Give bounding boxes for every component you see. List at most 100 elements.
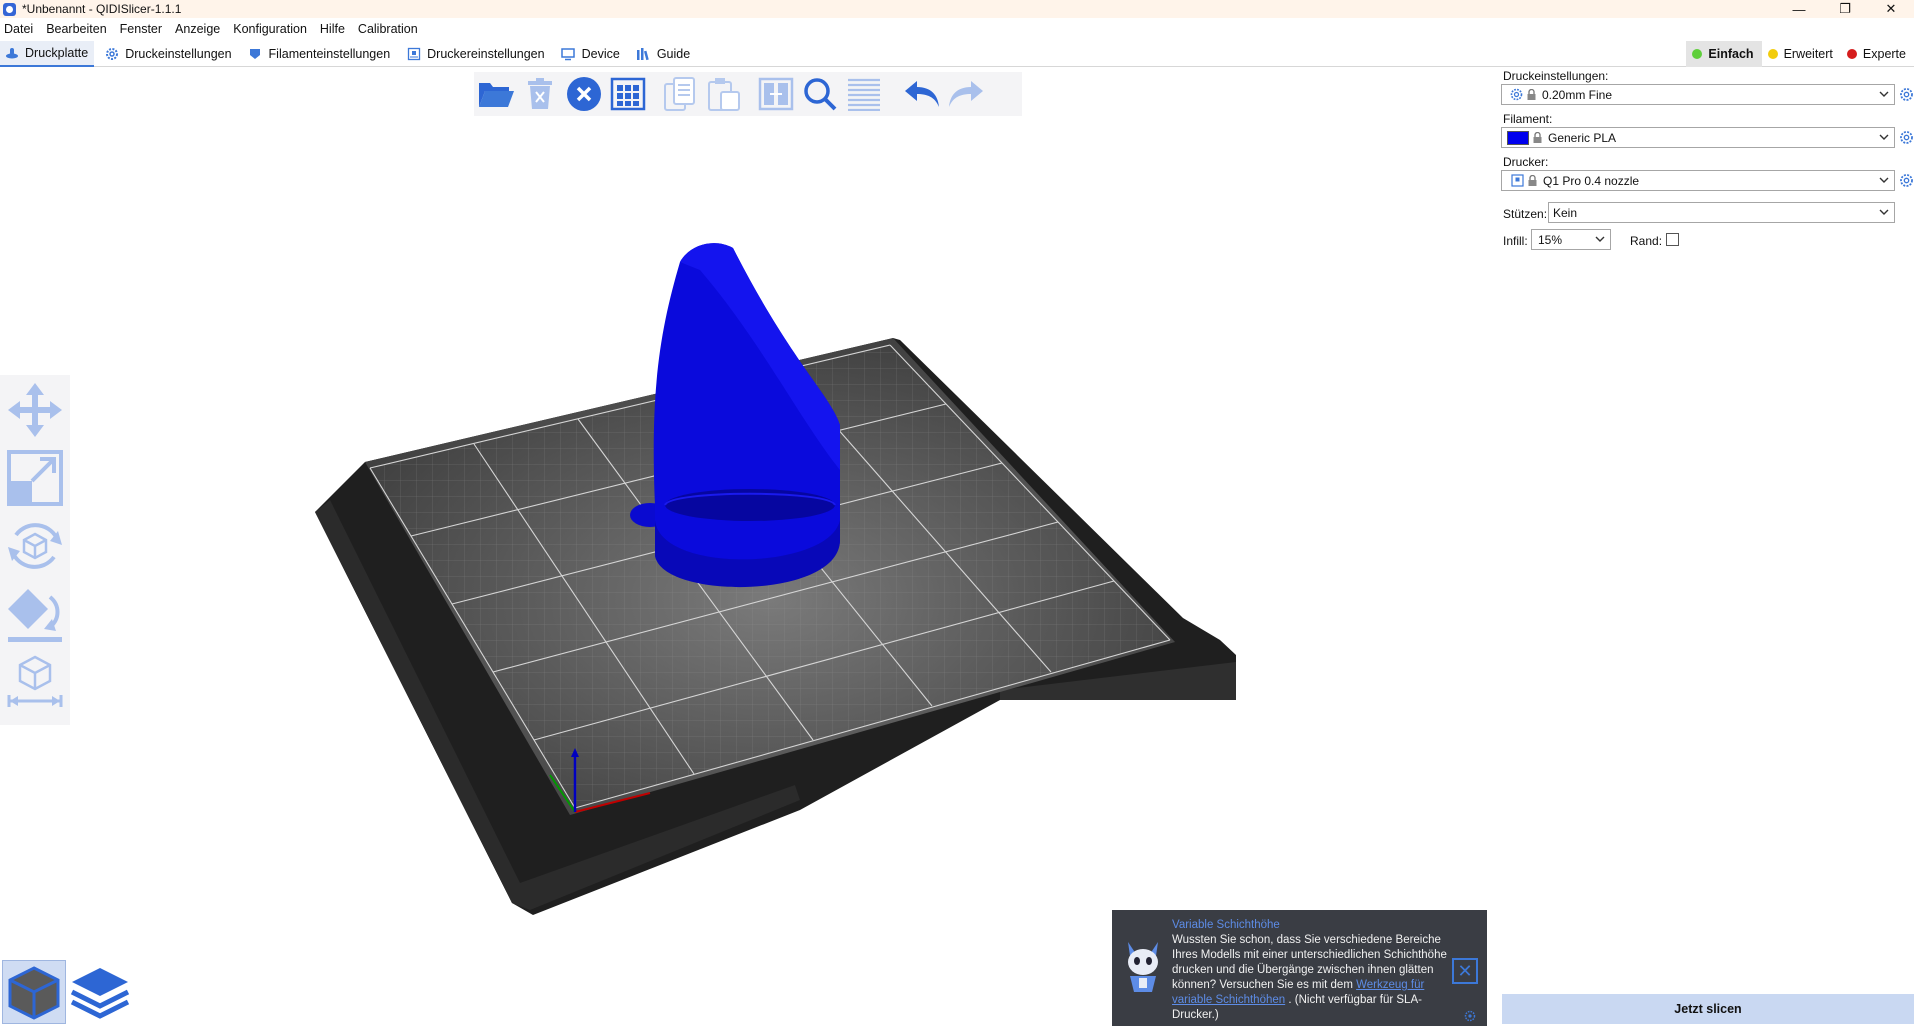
redo-icon[interactable] bbox=[944, 72, 988, 116]
tab-druckereinstellungen[interactable]: Druckereinstellungen bbox=[402, 41, 550, 67]
edit-printer-icon[interactable] bbox=[1898, 172, 1914, 188]
delete-icon[interactable] bbox=[518, 72, 562, 116]
scale-icon[interactable] bbox=[4, 447, 66, 509]
edit-print-settings-icon[interactable] bbox=[1898, 86, 1914, 102]
slice-now-button[interactable]: Jetzt slicen bbox=[1502, 994, 1914, 1024]
print-settings-value: 0.20mm Fine bbox=[1542, 87, 1613, 102]
close-icon[interactable]: ✕ bbox=[1868, 0, 1914, 18]
mode-label: Experte bbox=[1862, 47, 1906, 61]
menu-fenster[interactable]: Fenster bbox=[120, 22, 162, 36]
split-objects-icon[interactable] bbox=[754, 72, 798, 116]
notification-title: Variable Schichthöhe bbox=[1172, 919, 1280, 931]
printer-icon bbox=[1511, 174, 1524, 187]
menu-anzeige[interactable]: Anzeige bbox=[175, 22, 220, 36]
open-folder-icon[interactable] bbox=[474, 72, 518, 116]
paste-icon[interactable] bbox=[702, 72, 746, 116]
mode-selector: Einfach Erweitert Experte bbox=[1686, 41, 1914, 67]
printer-label: Drucker: bbox=[1503, 155, 1549, 169]
chevron-down-icon bbox=[1878, 174, 1890, 186]
brim-checkbox[interactable] bbox=[1666, 233, 1679, 246]
tab-label: Druckereinstellungen bbox=[427, 46, 545, 61]
search-icon[interactable] bbox=[798, 72, 842, 116]
menu-datei[interactable]: Datei bbox=[4, 22, 33, 36]
title-bar: *Unbenannt - QIDISlicer-1.1.1 — ❐ ✕ bbox=[0, 0, 1914, 18]
infill-select[interactable]: 15% bbox=[1531, 229, 1611, 250]
menu-konfiguration[interactable]: Konfiguration bbox=[233, 22, 307, 36]
chevron-down-icon bbox=[1878, 131, 1890, 143]
infill-value: 15% bbox=[1538, 232, 1563, 247]
filament-value: Generic PLA bbox=[1548, 130, 1617, 145]
filament-label: Filament: bbox=[1503, 112, 1553, 126]
device-icon bbox=[561, 46, 576, 61]
tab-label: Guide bbox=[656, 46, 691, 61]
mode-experte[interactable]: Experte bbox=[1841, 41, 1914, 67]
view-switcher bbox=[2, 960, 134, 1026]
delete-all-icon[interactable] bbox=[562, 72, 606, 116]
lock-icon bbox=[1528, 174, 1537, 186]
close-notification-icon[interactable]: ✕ bbox=[1452, 958, 1478, 984]
top-toolbar bbox=[474, 72, 1022, 116]
green-dot-icon bbox=[1692, 49, 1703, 59]
mode-einfach[interactable]: Einfach bbox=[1686, 41, 1762, 67]
undo-icon[interactable] bbox=[900, 72, 944, 116]
tab-label: Filamenteinstellungen bbox=[268, 46, 391, 61]
printer-value: Q1 Pro 0.4 nozzle bbox=[1543, 173, 1640, 188]
scene-canvas[interactable] bbox=[0, 68, 1500, 1026]
cut-icon[interactable] bbox=[4, 651, 66, 713]
gear-icon bbox=[104, 46, 119, 61]
tab-device[interactable]: Device bbox=[557, 41, 626, 67]
chevron-down-icon bbox=[1878, 88, 1890, 100]
mode-erweitert[interactable]: Erweitert bbox=[1762, 41, 1841, 67]
left-tools bbox=[0, 375, 70, 725]
3d-view-icon[interactable] bbox=[2, 960, 66, 1024]
print-settings-select[interactable]: 0.20mm Fine bbox=[1501, 84, 1895, 105]
lock-icon bbox=[1533, 131, 1542, 143]
brim-label: Rand: bbox=[1630, 234, 1663, 248]
gear-icon bbox=[1510, 88, 1523, 101]
infill-label: Infill: bbox=[1503, 234, 1528, 248]
arrange-icon[interactable] bbox=[606, 72, 650, 116]
rotate-icon[interactable] bbox=[4, 515, 66, 577]
chevron-down-icon bbox=[1594, 233, 1606, 245]
menu-bar: Datei Bearbeiten Fenster Anzeige Konfigu… bbox=[0, 19, 1914, 39]
3d-viewport[interactable] bbox=[0, 68, 1500, 1026]
settings-small-icon[interactable] bbox=[1464, 1010, 1476, 1022]
preview-layers-icon[interactable] bbox=[68, 960, 132, 1024]
guide-icon bbox=[636, 46, 651, 61]
lock-icon bbox=[1527, 88, 1536, 100]
menu-hilfe[interactable]: Hilfe bbox=[320, 22, 345, 36]
supports-select[interactable]: Kein bbox=[1548, 202, 1895, 223]
chevron-down-icon bbox=[1878, 206, 1890, 218]
tab-druckplatte[interactable]: Druckplatte bbox=[0, 40, 95, 67]
place-on-face-icon[interactable] bbox=[4, 583, 66, 645]
supports-value: Kein bbox=[1553, 205, 1578, 220]
printer-icon bbox=[406, 46, 421, 61]
notification-body: Wussten Sie schon, dass Sie verschiedene… bbox=[1172, 933, 1462, 1023]
printer-select[interactable]: Q1 Pro 0.4 nozzle bbox=[1501, 170, 1895, 191]
filament-select[interactable]: Generic PLA bbox=[1501, 127, 1895, 148]
edit-filament-icon[interactable] bbox=[1898, 129, 1914, 145]
mascot-icon bbox=[1122, 938, 1164, 998]
maximize-icon[interactable]: ❐ bbox=[1822, 0, 1868, 18]
menu-calibration[interactable]: Calibration bbox=[358, 22, 418, 36]
tab-label: Druckplatte bbox=[25, 45, 89, 60]
copy-icon[interactable] bbox=[658, 72, 702, 116]
layers-editing-icon[interactable] bbox=[842, 72, 886, 116]
settings-sidebar: Druckeinstellungen: 0.20mm Fine Filament… bbox=[1500, 68, 1914, 1026]
menu-bearbeiten[interactable]: Bearbeiten bbox=[46, 22, 106, 36]
window-title: *Unbenannt - QIDISlicer-1.1.1 bbox=[22, 2, 182, 16]
plate-icon bbox=[4, 45, 19, 60]
move-icon[interactable] bbox=[4, 379, 66, 441]
tab-label: Device bbox=[581, 46, 620, 61]
spool-icon bbox=[248, 46, 263, 61]
tab-druckeinstellungen[interactable]: Druckeinstellungen bbox=[100, 41, 237, 67]
tab-bar: Druckplatte Druckeinstellungen Filamente… bbox=[0, 40, 1914, 67]
3d-model[interactable] bbox=[630, 243, 840, 588]
hint-notification: Variable Schichthöhe Wussten Sie schon, … bbox=[1112, 910, 1487, 1026]
window-controls: — ❐ ✕ bbox=[1776, 0, 1914, 18]
tab-filamenteinstellungen[interactable]: Filamenteinstellungen bbox=[244, 41, 397, 67]
supports-label: Stützen: bbox=[1503, 207, 1548, 221]
tab-guide[interactable]: Guide bbox=[632, 41, 696, 67]
minimize-icon[interactable]: — bbox=[1776, 0, 1822, 18]
yellow-dot-icon bbox=[1767, 49, 1778, 59]
